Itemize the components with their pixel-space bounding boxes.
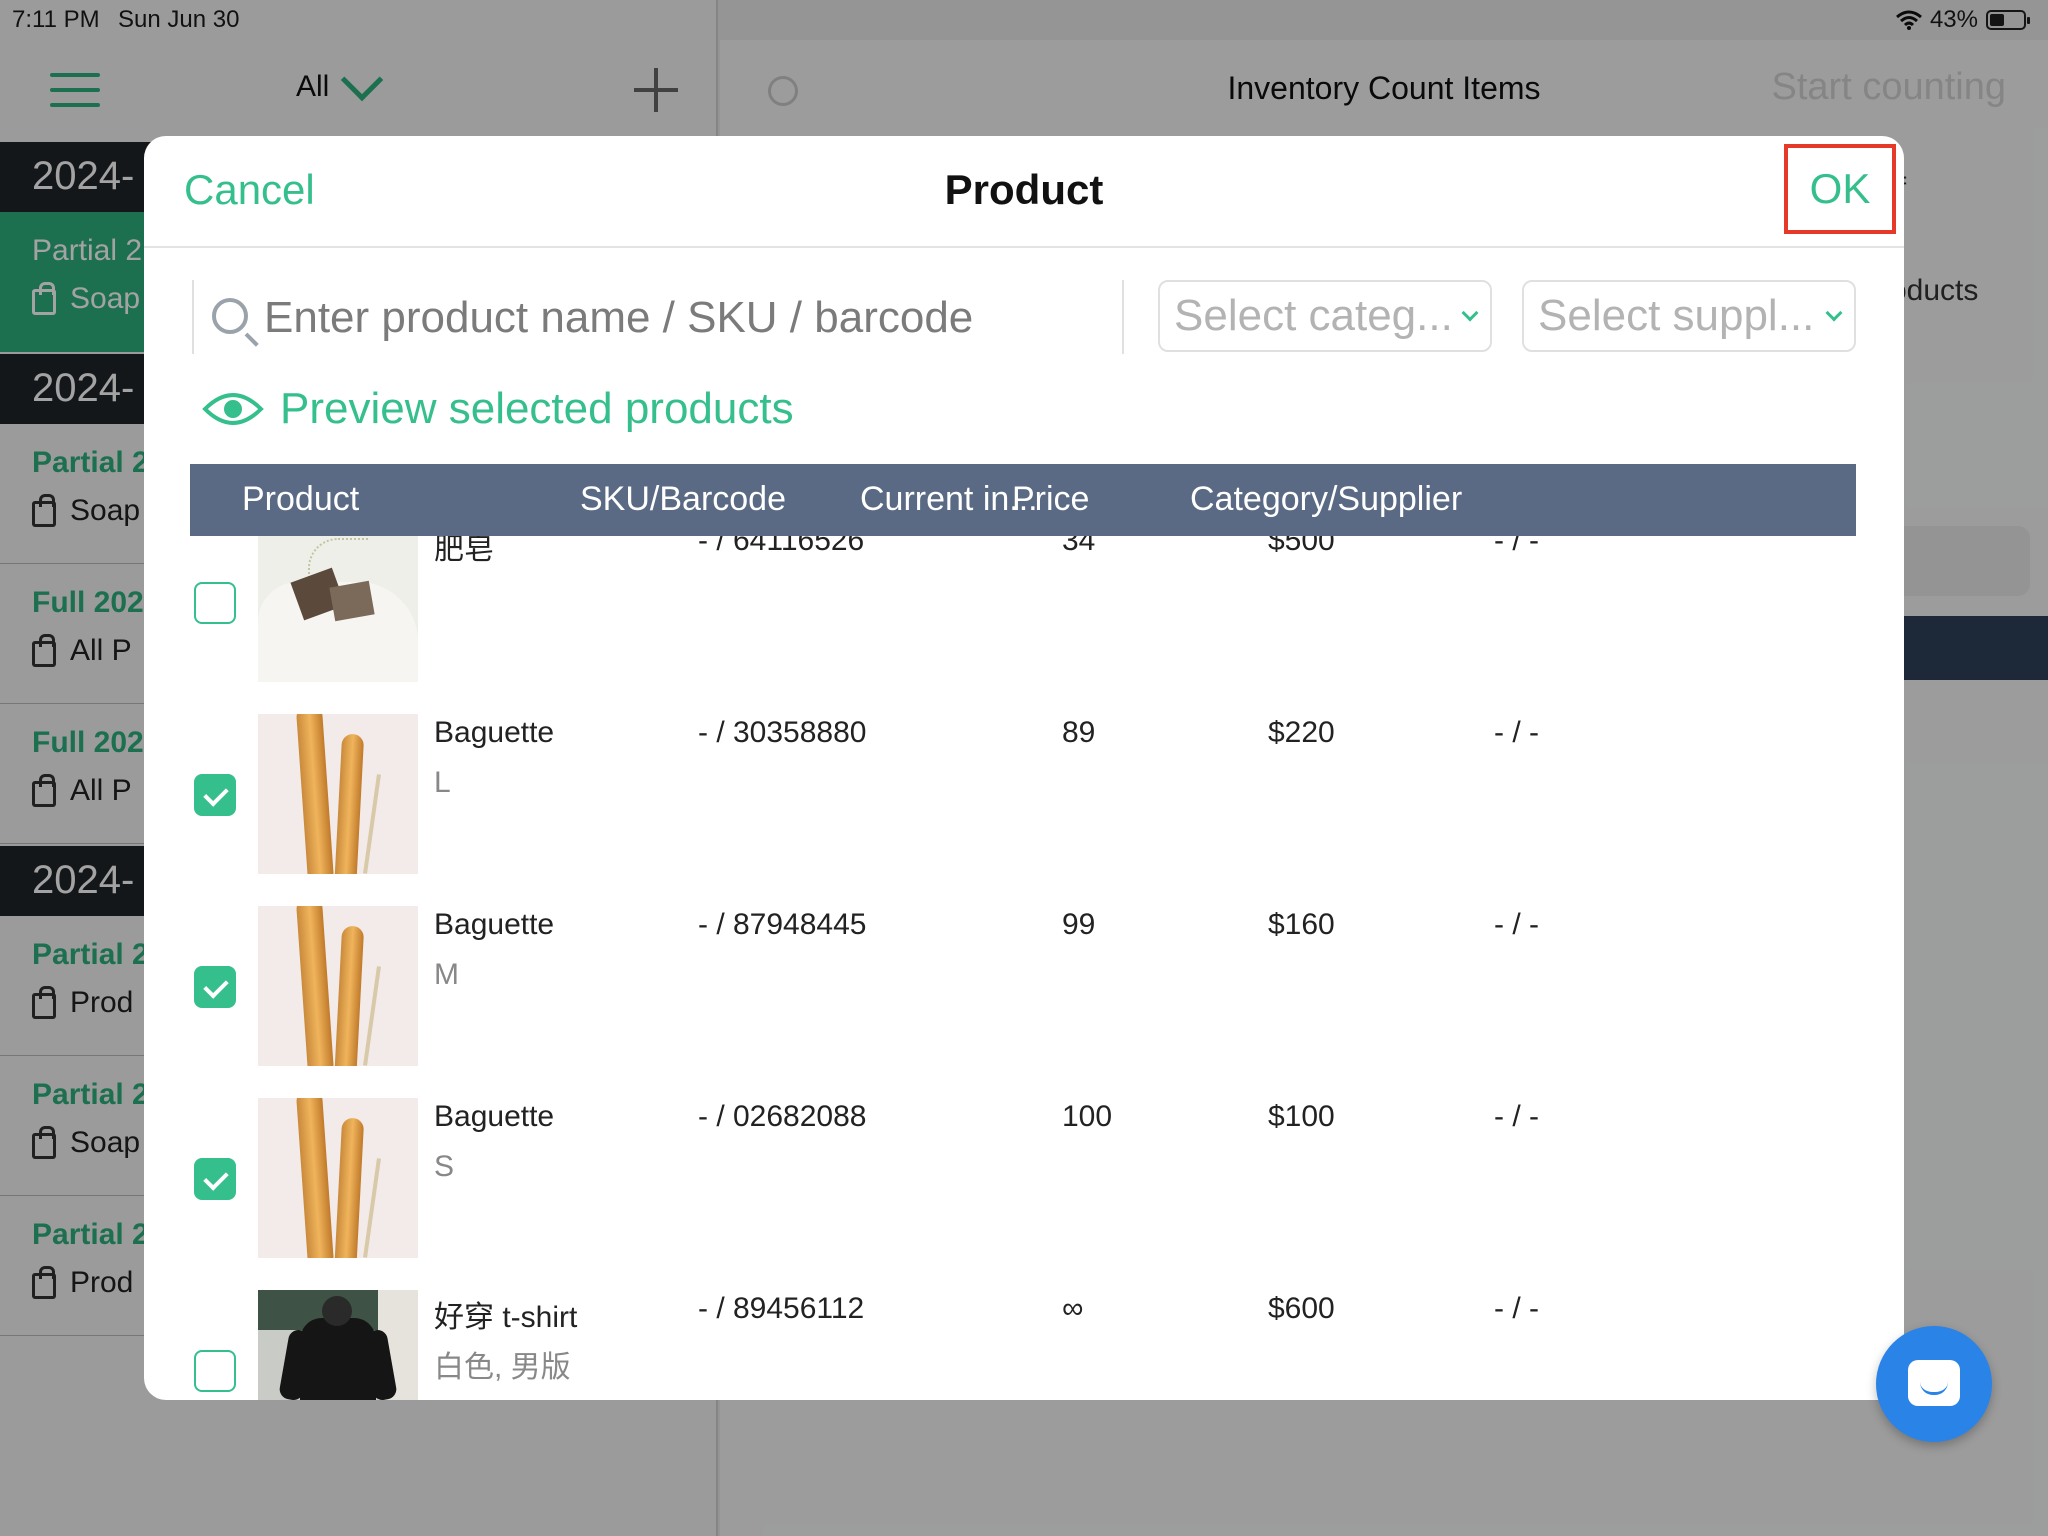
- product-name: Baguette: [434, 1100, 555, 1133]
- product-price: $500: [1268, 536, 1335, 557]
- table-header: Product SKU/Barcode Current in... Price …: [190, 464, 1856, 536]
- product-category: - / -: [1494, 716, 1539, 749]
- table-row[interactable]: Baguette S - / 02682088 100 $100 - / -: [144, 1082, 1904, 1274]
- product-category: - / -: [1494, 1100, 1539, 1133]
- column-header-sku[interactable]: SKU/Barcode: [580, 480, 786, 519]
- table-row[interactable]: Baguette L - / 30358880 89 $220 - / -: [144, 698, 1904, 890]
- product-sku: - / 02682088: [698, 1100, 867, 1133]
- search-box: [192, 280, 1124, 354]
- row-checkbox[interactable]: [194, 582, 236, 624]
- row-checkbox[interactable]: [194, 774, 236, 816]
- product-category: - / -: [1494, 1292, 1539, 1325]
- product-thumbnail: [258, 536, 418, 682]
- product-category: - / -: [1494, 536, 1539, 557]
- product-name: Baguette: [434, 908, 555, 941]
- product-price: $600: [1268, 1292, 1335, 1325]
- product-sku: - / 30358880: [698, 716, 867, 749]
- table-row[interactable]: 好穿 t-shirt 白色, 男版 - / 89456112 ∞ $600 - …: [144, 1274, 1904, 1400]
- supplier-select[interactable]: Select suppl...: [1522, 280, 1856, 352]
- product-inventory: 89: [1062, 716, 1096, 749]
- modal-title: Product: [944, 166, 1104, 213]
- product-picker-modal: Cancel Product OK Select categ... Select…: [144, 136, 1904, 1400]
- product-inventory: ∞: [1062, 1292, 1084, 1325]
- product-category: - / -: [1494, 908, 1539, 941]
- product-thumbnail: [258, 1290, 418, 1400]
- product-price: $160: [1268, 908, 1335, 941]
- product-thumbnail: [258, 714, 418, 874]
- product-name: 好穿 t-shirt: [434, 1301, 578, 1334]
- row-checkbox[interactable]: [194, 1158, 236, 1200]
- product-inventory: 99: [1062, 908, 1096, 941]
- product-thumbnail: [258, 1098, 418, 1258]
- product-sku: - / 89456112: [698, 1292, 865, 1325]
- column-header-price[interactable]: Price: [1012, 480, 1089, 519]
- category-select[interactable]: Select categ...: [1158, 280, 1492, 352]
- search-icon: [212, 298, 248, 334]
- product-variant: M: [434, 958, 459, 991]
- search-input[interactable]: [264, 288, 1114, 348]
- table-row[interactable]: 肥皂 - / 64116526 34 $500 - / -: [144, 536, 1904, 698]
- product-price: $100: [1268, 1100, 1335, 1133]
- row-checkbox[interactable]: [194, 966, 236, 1008]
- chat-button[interactable]: [1876, 1326, 1992, 1442]
- product-variant: 白色, 男版: [434, 1351, 571, 1384]
- table-row[interactable]: Baguette M - / 87948445 99 $160 - / -: [144, 890, 1904, 1082]
- column-header-product[interactable]: Product: [242, 480, 359, 519]
- product-table: 肥皂 - / 64116526 34 $500 - / - Baguette L…: [144, 536, 1904, 1400]
- product-inventory: 34: [1062, 536, 1096, 557]
- modal-header: Cancel Product OK: [144, 136, 1904, 248]
- chevron-down-icon: [1825, 304, 1843, 322]
- preview-selected-link[interactable]: Preview selected products: [202, 384, 794, 434]
- category-select-label: Select categ...: [1174, 291, 1453, 340]
- chat-icon: [1908, 1360, 1960, 1406]
- supplier-select-label: Select suppl...: [1538, 291, 1815, 340]
- product-variant: S: [434, 1150, 455, 1183]
- ok-button[interactable]: OK: [1784, 144, 1896, 234]
- eye-icon: [202, 393, 264, 425]
- column-header-inventory[interactable]: Current in...: [860, 480, 1038, 519]
- preview-label: Preview selected products: [280, 384, 794, 433]
- product-thumbnail: [258, 906, 418, 1066]
- product-sku: - / 87948445: [698, 908, 867, 941]
- row-checkbox[interactable]: [194, 1350, 236, 1392]
- product-name: 肥皂: [434, 536, 494, 566]
- product-price: $220: [1268, 716, 1335, 749]
- product-name: Baguette: [434, 716, 555, 749]
- product-sku: - / 64116526: [698, 536, 865, 557]
- column-header-category[interactable]: Category/Supplier: [1190, 480, 1462, 519]
- product-variant: L: [434, 766, 451, 799]
- chevron-down-icon: [1461, 304, 1479, 322]
- product-inventory: 100: [1062, 1100, 1113, 1133]
